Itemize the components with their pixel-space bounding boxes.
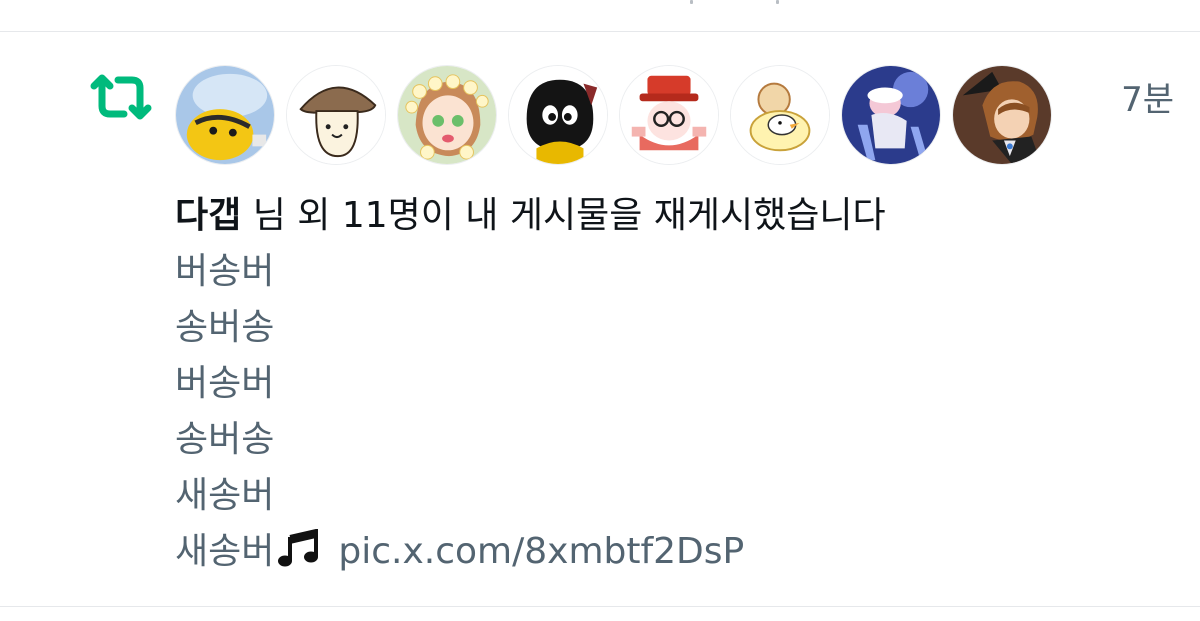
avatar-yellow-bird[interactable] — [175, 65, 275, 165]
notification-page: 7분 다갭 님 외 11명이 내 게시물을 재게시했습니다 버송버 송버송 버송… — [0, 0, 1200, 621]
post-line: 버송버 — [175, 363, 275, 404]
post-line: 새송버 — [175, 475, 275, 516]
avatar-flower-crown-girl[interactable] — [397, 65, 497, 165]
avatar-blue-chair-figure[interactable] — [841, 65, 941, 165]
avatar-brown-hair-boy[interactable] — [952, 65, 1052, 165]
avatar-flower-crown-girl-image — [398, 66, 496, 164]
post-line: 버송버 — [175, 251, 275, 292]
avatar-brown-hair-boy-image — [953, 66, 1051, 164]
post-line: 송버송 — [175, 419, 275, 460]
post-text: 버송버 송버송 버송버 송버송 새송버 새송버 pic.x.com/8xmbtf… — [175, 244, 1155, 580]
media-link[interactable]: pic.x.com/8xmbtf2DsP — [338, 531, 744, 572]
post-line-last: 새송버 pic.x.com/8xmbtf2DsP — [175, 524, 1155, 580]
post-line: 새송버 — [175, 531, 275, 572]
avatar-red-hat-character[interactable] — [619, 65, 719, 165]
avatar-mushroom[interactable] — [286, 65, 386, 165]
avatar-red-hat-character-image — [620, 66, 718, 164]
retweet-icon — [90, 74, 152, 120]
avatar-mushroom-image — [287, 66, 385, 164]
avatar-duck-in-ring-image — [731, 66, 829, 164]
notification-content: 다갭 님 외 11명이 내 게시물을 재게시했습니다 버송버 송버송 버송버 송… — [175, 188, 1155, 580]
avatar-black-bird[interactable] — [508, 65, 608, 165]
headline-text: 님 외 11명이 내 게시물을 재게시했습니다 — [241, 195, 886, 236]
avatar-yellow-bird-image — [176, 66, 274, 164]
top-divider — [0, 31, 1200, 32]
post-line: 송버송 — [175, 307, 275, 348]
reposter-name[interactable]: 다갭 — [175, 195, 241, 236]
timestamp: 7분 — [1121, 80, 1174, 120]
music-note-icon — [278, 529, 319, 567]
avatar-row — [175, 65, 1052, 165]
avatar-blue-chair-figure-image — [842, 66, 940, 164]
avatar-duck-in-ring[interactable] — [730, 65, 830, 165]
bottom-divider — [0, 606, 1200, 607]
headline: 다갭 님 외 11명이 내 게시물을 재게시했습니다 — [175, 188, 1155, 244]
avatar-black-bird-image — [509, 66, 607, 164]
previous-item-edge — [690, 0, 780, 4]
